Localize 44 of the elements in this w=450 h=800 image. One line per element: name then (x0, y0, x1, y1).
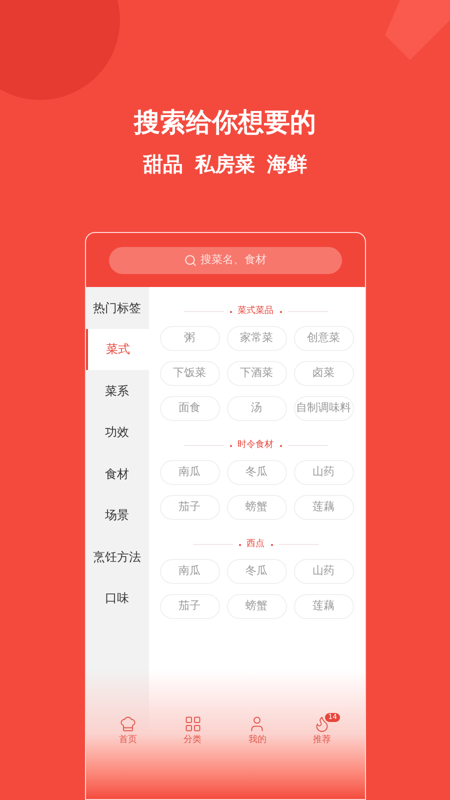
tag-chip[interactable]: 家常菜 (226, 326, 286, 351)
chef-hat-icon (118, 714, 137, 732)
grid-icon (184, 714, 202, 732)
tag-chip[interactable]: 南瓜 (160, 559, 220, 584)
tag-chip[interactable]: 卤菜 (294, 361, 354, 386)
tag-chip[interactable]: 自制调味料 (294, 396, 354, 421)
tag-chip[interactable]: 粥 (160, 326, 220, 351)
hero-keyword: 甜品 (143, 154, 183, 174)
tag-chip[interactable]: 汤 (226, 396, 286, 421)
tab-item[interactable]: 我的 (232, 714, 282, 747)
sidebar-item[interactable]: 热门标签 (86, 287, 148, 328)
search-icon (184, 254, 196, 266)
hero-keyword: 私房菜 (195, 154, 255, 174)
tag-chip[interactable]: 莲藕 (294, 495, 354, 520)
tag-chip[interactable]: 螃蟹 (226, 495, 286, 520)
section-title: 菜式菜品 (238, 307, 274, 316)
tag-chip[interactable]: 创意菜 (294, 326, 354, 351)
tag-chip[interactable]: 冬瓜 (226, 460, 286, 485)
search-field[interactable]: 搜菜名、食材 (108, 246, 342, 274)
tag-chip[interactable]: 下酒菜 (226, 361, 286, 386)
tag-chip[interactable]: 茄子 (160, 495, 220, 520)
tab-item[interactable]: 首页 (102, 714, 153, 747)
tag-chip[interactable]: 南瓜 (160, 460, 220, 485)
section-title: 西点 (246, 540, 264, 549)
tag-chip[interactable]: 山药 (294, 460, 354, 485)
sidebar-item[interactable]: 食材 (86, 453, 148, 494)
sidebar-item[interactable]: 菜系 (86, 370, 148, 412)
tag-chip[interactable]: 冬瓜 (226, 559, 286, 584)
section-title: 时令食材 (238, 441, 274, 450)
sidebar-item[interactable]: 功效 (86, 412, 148, 453)
sidebar-item[interactable]: 菜式 (86, 328, 148, 370)
tag-chip[interactable]: 山药 (294, 559, 354, 584)
tag-chip[interactable]: 莲藕 (294, 594, 354, 619)
search-placeholder: 搜菜名、食材 (200, 252, 266, 268)
tab-item[interactable]: 分类 (168, 714, 218, 747)
sidebar-item[interactable]: 场景 (86, 494, 148, 536)
sidebar-item[interactable]: 烹饪方法 (86, 536, 148, 578)
hero-keyword: 海鲜 (267, 154, 307, 174)
sidebar-item[interactable]: 口味 (86, 578, 148, 619)
hero-title: 搜索给你想要的 (134, 110, 316, 136)
tag-chip[interactable]: 下饭菜 (160, 361, 220, 386)
tag-chip[interactable]: 茄子 (160, 594, 220, 619)
tag-chip[interactable]: 面食 (160, 396, 220, 421)
tag-chip[interactable]: 螃蟹 (226, 594, 286, 619)
